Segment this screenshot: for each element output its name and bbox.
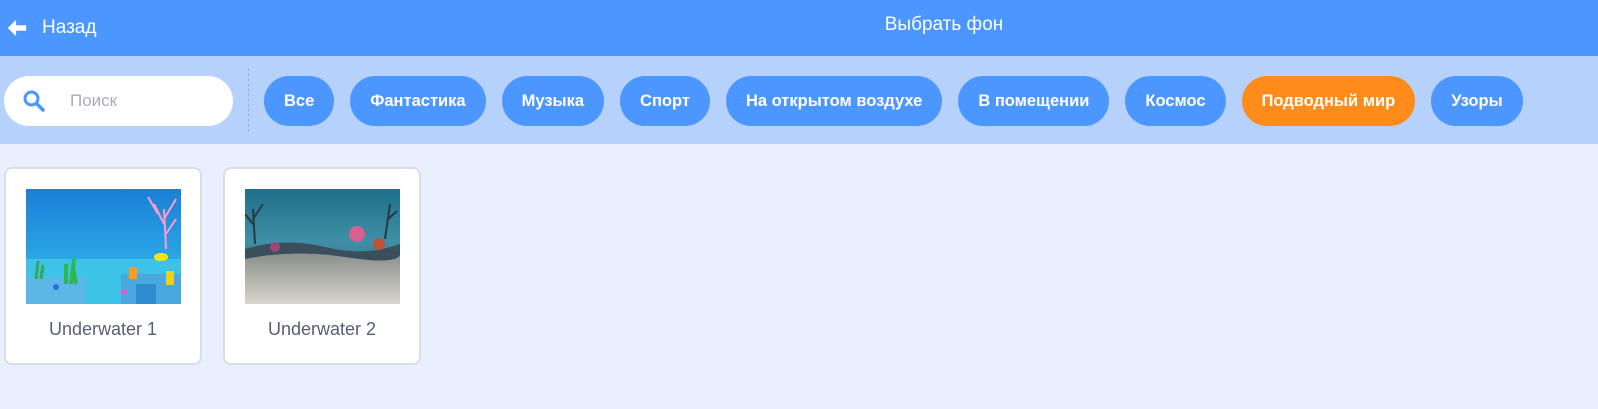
- underwater-1-image: [26, 189, 181, 304]
- tag-music[interactable]: Музыка: [501, 76, 605, 126]
- backdrop-name: Underwater 1: [48, 319, 158, 339]
- tag-space[interactable]: Космос: [1125, 76, 1226, 126]
- header-bar: Назад Выбрать фон: [0, 0, 1598, 56]
- search-box[interactable]: [4, 76, 233, 126]
- backdrop-tile[interactable]: Underwater 2: [223, 167, 421, 365]
- tag-underwater[interactable]: Подводный мир: [1241, 76, 1416, 126]
- tag-fantasy[interactable]: Фантастика: [350, 76, 486, 126]
- backdrop-name: Underwater 2: [267, 319, 377, 339]
- tag-list: Все Фантастика Музыка Спорт На открытом …: [264, 76, 1523, 126]
- tag-all[interactable]: Все: [264, 76, 335, 126]
- tag-sports[interactable]: Спорт: [620, 76, 710, 126]
- backdrop-tile[interactable]: Underwater 1: [4, 167, 202, 365]
- backdrop-grid: Underwater 1 Underwater 2: [4, 167, 421, 365]
- search-icon: [23, 90, 45, 112]
- page-title: Выбрать фон: [884, 14, 1004, 35]
- search-input[interactable]: [70, 76, 220, 126]
- filter-bar: Все Фантастика Музыка Спорт На открытом …: [0, 56, 1598, 144]
- divider: [248, 68, 249, 132]
- underwater-2-image: [245, 189, 400, 304]
- backdrop-thumbnail: [245, 189, 400, 304]
- tag-patterns[interactable]: Узоры: [1431, 76, 1523, 126]
- tag-outdoors[interactable]: На открытом воздухе: [725, 76, 943, 126]
- backdrop-thumbnail: [26, 189, 181, 304]
- tag-indoors[interactable]: В помещении: [958, 76, 1110, 126]
